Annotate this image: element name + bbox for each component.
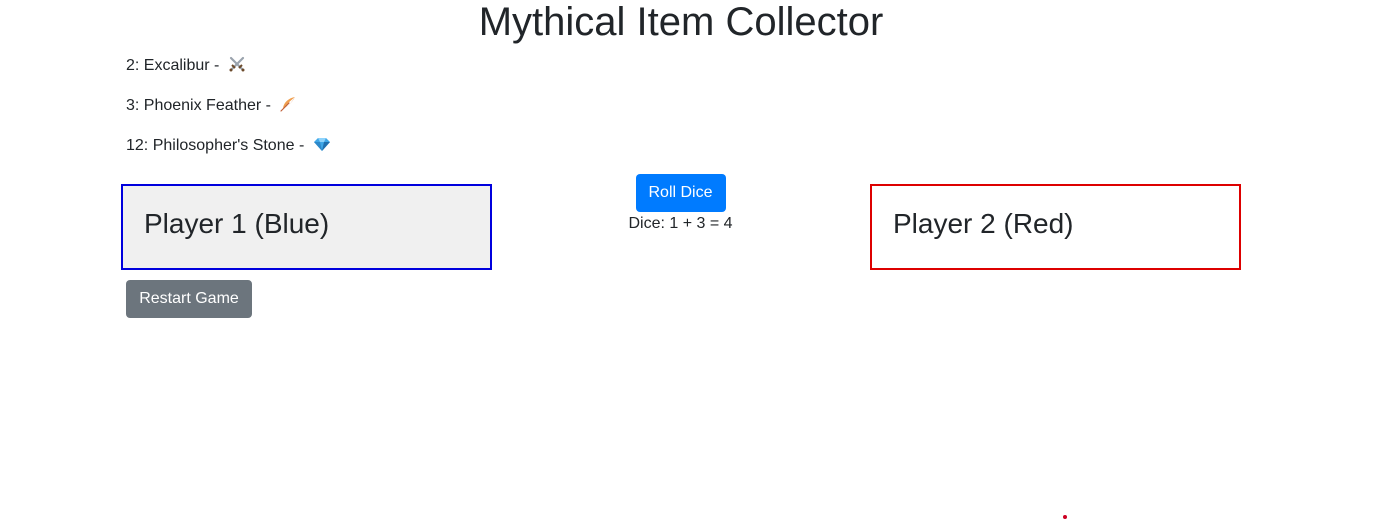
dice-panel: Roll Dice Dice: 1 + 3 = 4: [580, 174, 781, 234]
roll-dice-button[interactable]: Roll Dice: [635, 174, 726, 212]
item-label: 12: Philosopher's Stone -: [126, 137, 309, 154]
page-title: Mythical Item Collector: [478, 0, 884, 44]
stray-dot: [1063, 515, 1067, 519]
list-item: 3: Phoenix Feather -: [126, 94, 331, 118]
game-page: Mythical Item Collector 2: Excalibur - 3…: [0, 0, 1379, 520]
gem-icon: [313, 135, 331, 153]
feather-icon: [279, 95, 297, 113]
list-item: 12: Philosopher's Stone -: [126, 134, 331, 158]
player-1-name: Player 1 (Blue): [144, 208, 330, 239]
player-2-name: Player 2 (Red): [893, 208, 1074, 239]
list-item: 2: Excalibur -: [126, 54, 331, 78]
player-2-panel: Player 2 (Red): [870, 184, 1241, 270]
item-list: 2: Excalibur - 3: Phoenix Feather - 12: …: [126, 54, 331, 174]
item-label: 2: Excalibur -: [126, 57, 224, 74]
crossed-swords-icon: [228, 55, 246, 73]
player-1-panel: Player 1 (Blue): [121, 184, 492, 270]
item-label: 3: Phoenix Feather -: [126, 97, 276, 114]
restart-game-button[interactable]: Restart Game: [126, 280, 252, 318]
dice-result: Dice: 1 + 3 = 4: [628, 215, 733, 232]
